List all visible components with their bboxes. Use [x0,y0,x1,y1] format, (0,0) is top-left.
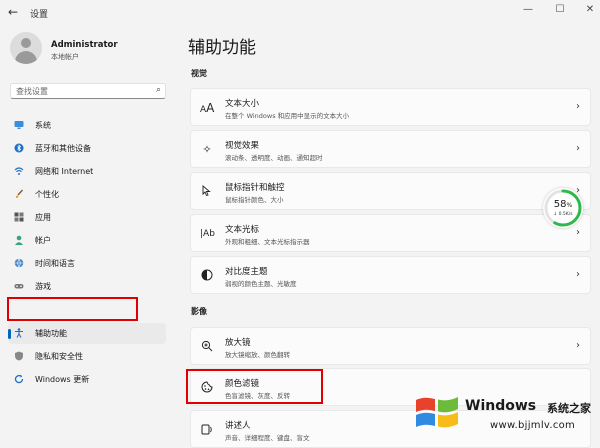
sidebar-item-label: 系统 [35,121,51,130]
sidebar-item-accounts[interactable]: 帐户 [8,230,166,251]
bluetooth-icon [14,143,24,153]
card-description: 滚动条、透明度、动画、通知超时 [225,154,323,162]
sidebar-item-label: 网络和 Internet [35,167,94,176]
watermark-suffix: 系统之家 [547,402,591,415]
card-text-size[interactable]: AA 文本大小 在整个 Windows 和应用中显示的文本大小 › [190,88,591,126]
text-size-icon: AA [200,101,215,115]
sidebar-item-accessibility[interactable]: 辅助功能 [8,323,166,344]
magnifier-icon [200,340,214,354]
avatar[interactable] [10,32,42,64]
apps-icon [14,212,24,222]
card-title: 鼠标指针和触控 [225,183,285,193]
card-title: 文本大小 [225,99,260,109]
chevron-right-icon: › [576,101,580,112]
text-cursor-icon: |Ab [200,229,215,239]
card-contrast-themes[interactable]: 对比度主题 弱视的颜色主题、光敏度 › [190,256,591,294]
watermark-brand: Windows [465,398,537,414]
sidebar-item-label: 辅助功能 [35,329,67,338]
narrator-icon [200,423,214,437]
sidebar-item-apps[interactable]: 应用 [8,207,166,228]
card-title: 视觉效果 [225,141,260,151]
highlight-box-sidebar [7,297,138,321]
section-label-hearing: 影像 [191,307,207,316]
contrast-icon [200,269,214,283]
card-title: 对比度主题 [225,267,268,277]
card-title: 文本光标 [225,225,260,235]
card-description: 外观和粗细、文本光标指示器 [225,238,310,246]
sidebar-item-privacy[interactable]: 隐私和安全性 [8,346,166,367]
chevron-right-icon: › [576,340,580,351]
back-arrow-icon[interactable]: ← [8,5,18,19]
card-description: 鼠标指针颜色、大小 [225,196,284,204]
network-icon [14,166,24,176]
avatar-head-shape [21,38,31,48]
chevron-right-icon: › [576,269,580,280]
sidebar-item-label: 应用 [35,213,51,222]
globe-icon [14,258,24,268]
perf-percent-value: 58 [553,199,567,210]
card-visual-effects[interactable]: ✧ 视觉效果 滚动条、透明度、动画、通知超时 › [190,130,591,168]
sidebar-item-time-language[interactable]: 时间和语言 [8,253,166,274]
shield-icon [14,351,24,361]
search-placeholder: 查找设置 [16,87,48,96]
card-description: 放大镜缩放、颜色翻转 [225,351,290,359]
highlight-box-color-filter [186,369,323,404]
perf-percent-unit: % [566,202,573,209]
sidebar-item-label: 时间和语言 [35,259,75,268]
sidebar-item-label: 隐私和安全性 [35,352,83,361]
gamepad-icon [14,281,24,291]
network-speed-widget[interactable]: 58% ↓ 0.5K/s [543,188,583,228]
sidebar-item-label: 个性化 [35,190,59,199]
card-description: 声音、详细程度、键盘、盲文 [225,434,310,442]
search-input[interactable]: 查找设置 ⌕ [10,83,166,99]
sidebar-item-label: 蓝牙和其他设备 [35,144,91,153]
update-icon [14,374,24,384]
brush-icon [14,189,24,199]
watermark-url: www.bjjmlv.com [490,420,576,431]
card-text-cursor[interactable]: |Ab 文本光标 外观和粗细、文本光标指示器 › [190,214,591,252]
chevron-right-icon: › [576,227,580,238]
account-icon [14,235,24,245]
search-icon: ⌕ [155,85,161,95]
card-mouse-pointer-touch[interactable]: 鼠标指针和触控 鼠标指针颜色、大小 › [190,172,591,210]
sidebar-item-personalization[interactable]: 个性化 [8,184,166,205]
monitor-icon [14,120,24,130]
sidebar-item-network[interactable]: 网络和 Internet [8,161,166,182]
sidebar-item-bluetooth[interactable]: 蓝牙和其他设备 [8,138,166,159]
sidebar-item-system[interactable]: 系统 [8,115,166,136]
chevron-right-icon: › [576,143,580,154]
user-account-type: 本地帐户 [51,53,79,61]
sidebar: Administrator 本地帐户 查找设置 ⌕ 系统 蓝牙和其他设备 网络和… [0,26,175,439]
sidebar-item-label: 帐户 [35,236,51,245]
perf-percent: 58% [543,199,583,210]
section-label-vision: 视觉 [191,69,207,78]
user-name: Administrator [51,40,118,50]
card-description: 弱视的颜色主题、光敏度 [225,280,297,288]
sidebar-item-label: 游戏 [35,282,51,291]
perf-speed: ↓ 0.5K/s [553,212,573,217]
card-magnifier[interactable]: 放大镜 放大镜缩放、颜色翻转 › [190,327,591,365]
avatar-body-shape [15,51,37,64]
card-title: 讲述人 [225,421,251,431]
pointer-icon [200,185,214,199]
active-indicator [8,329,11,339]
sidebar-item-label: Windows 更新 [35,375,90,384]
accessibility-icon [14,328,24,338]
sidebar-item-windows-update[interactable]: Windows 更新 [8,369,166,390]
sidebar-item-gaming[interactable]: 游戏 [8,276,166,297]
windows-logo-icon [416,397,458,428]
page-title: 辅助功能 [188,38,256,58]
card-description: 在整个 Windows 和应用中显示的文本大小 [225,112,350,120]
card-title: 放大镜 [225,338,251,348]
sparkle-icon: ✧ [202,143,212,156]
app-title: 设置 [30,10,49,20]
watermark: Windows 系统之家 www.bjjmlv.com [410,392,600,439]
